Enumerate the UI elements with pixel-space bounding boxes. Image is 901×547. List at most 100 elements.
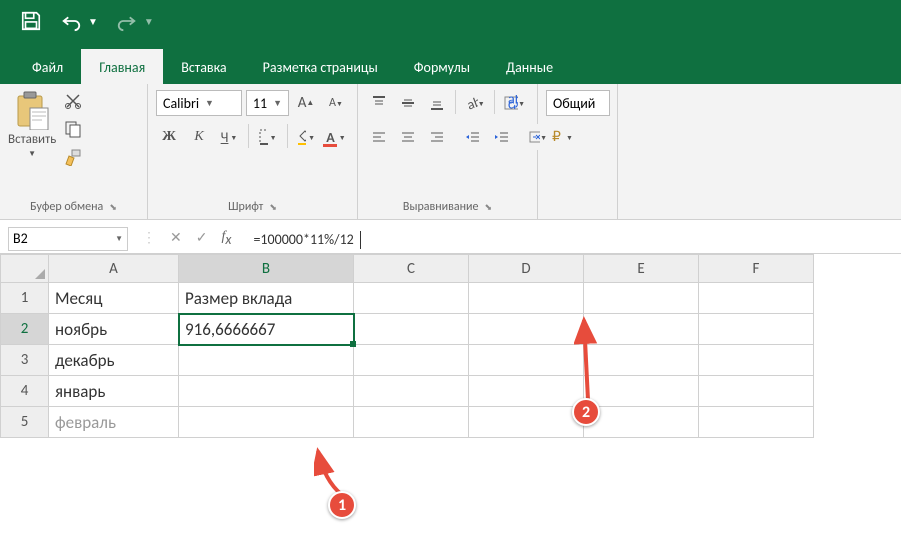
fx-icon[interactable]: fx [221,229,231,248]
group-clipboard: Вставить ▼ Буфер обмена [0,84,148,219]
group-number: Общий ₽▼ [538,84,618,219]
tab-layout[interactable]: Разметка страницы [245,49,396,84]
svg-text:c: c [508,96,514,112]
cell-D3[interactable] [469,345,584,376]
row-header-4[interactable]: 4 [1,376,49,407]
worksheet-grid: A B C D E F 1 Месяц Размер вклада 2 нояб… [0,254,901,438]
ribbon-tabs: Файл Главная Вставка Разметка страницы Ф… [0,42,901,84]
cell-B5[interactable] [179,407,354,438]
fill-color-button[interactable]: ▼ [293,124,319,150]
copy-icon[interactable] [64,120,82,138]
column-header-A[interactable]: A [49,255,179,283]
align-top-icon[interactable] [366,90,392,116]
tab-home[interactable]: Главная [81,49,163,84]
bold-button[interactable]: Ж [156,124,182,150]
title-bar: ▼ ▼ [0,0,901,42]
borders-button[interactable]: ▼ [255,124,281,150]
cell-E1[interactable] [584,283,699,314]
row-header-5[interactable]: 5 [1,407,49,438]
redo-dropdown-icon[interactable]: ▼ [144,15,154,28]
cell-B4[interactable] [179,376,354,407]
cell-C1[interactable] [354,283,469,314]
underline-button[interactable]: Ч▼ [216,124,242,150]
cancel-formula-icon[interactable]: ✕ [170,229,182,248]
align-left-icon[interactable] [366,124,392,150]
cell-F1[interactable] [699,283,814,314]
chevron-down-icon: ▼ [205,98,214,109]
wrap-text-icon[interactable]: abc▼ [500,90,530,116]
group-font: Calibri▼ 11▼ A▲ A▼ Ж К Ч▼ ▼ ▼ A▼ Шрифт [148,84,358,219]
row-header-3[interactable]: 3 [1,345,49,376]
align-middle-icon[interactable] [395,90,421,116]
chevron-down-icon: ▼ [115,234,123,244]
decrease-font-icon[interactable]: A▼ [323,90,349,116]
undo-icon[interactable] [60,10,82,32]
column-header-F[interactable]: F [699,255,814,283]
undo-dropdown-icon[interactable]: ▼ [88,15,98,28]
cell-C4[interactable] [354,376,469,407]
font-name-combo[interactable]: Calibri▼ [156,90,242,116]
select-all-button[interactable] [1,255,49,283]
column-header-B[interactable]: B [179,255,354,283]
tab-data[interactable]: Данные [488,49,571,84]
accounting-format-icon[interactable]: ₽▼ [546,124,577,150]
name-box-value: B2 [13,230,28,247]
column-header-C[interactable]: C [354,255,469,283]
formula-input[interactable]: =100000*11%/12 [245,228,901,249]
cell-C2[interactable] [354,314,469,345]
cell-D2[interactable] [469,314,584,345]
cell-A3[interactable]: декабрь [49,345,179,376]
cell-D5[interactable] [469,407,584,438]
cell-A2[interactable]: ноябрь [49,314,179,345]
cell-F4[interactable] [699,376,814,407]
paste-dropdown-icon[interactable]: ▼ [28,149,36,159]
group-alignment: ab▼ abc▼ ▼ Выравнивание [358,84,538,219]
cell-A1[interactable]: Месяц [49,283,179,314]
cell-D1[interactable] [469,283,584,314]
paste-label: Вставить [8,132,56,147]
decrease-indent-icon[interactable] [460,124,486,150]
font-size-combo[interactable]: 11▼ [246,90,289,116]
cell-B2[interactable]: 916,6666667 [179,314,354,345]
paste-button[interactable]: Вставить ▼ [8,90,56,166]
align-right-icon[interactable] [424,124,450,150]
callout-1: 1 [328,491,356,519]
column-header-E[interactable]: E [584,255,699,283]
italic-button[interactable]: К [186,124,212,150]
row-header-2[interactable]: 2 [1,314,49,345]
orientation-icon[interactable]: ab▼ [461,90,489,116]
save-icon[interactable] [20,10,42,32]
cell-A4[interactable]: январь [49,376,179,407]
cell-B3[interactable] [179,345,354,376]
cell-D4[interactable] [469,376,584,407]
cell-C5[interactable] [354,407,469,438]
column-header-D[interactable]: D [469,255,584,283]
cut-icon[interactable] [64,92,82,110]
row-header-1[interactable]: 1 [1,283,49,314]
cell-F2[interactable] [699,314,814,345]
tab-insert[interactable]: Вставка [163,49,244,84]
increase-indent-icon[interactable] [489,124,515,150]
cell-A5[interactable]: февраль [49,407,179,438]
cell-C3[interactable] [354,345,469,376]
enter-formula-icon[interactable]: ✓ [196,229,208,248]
format-painter-icon[interactable] [64,148,82,166]
number-format-combo[interactable]: Общий [546,90,610,116]
increase-font-icon[interactable]: A▲ [293,90,319,116]
align-center-icon[interactable] [395,124,421,150]
cell-E5[interactable] [584,407,699,438]
tab-formulas[interactable]: Формулы [396,49,488,84]
group-font-label: Шрифт [156,197,349,217]
group-number-label [546,197,615,217]
callout-2: 2 [572,398,600,426]
group-alignment-label: Выравнивание [366,197,529,217]
font-color-button[interactable]: A▼ [323,124,349,150]
tab-file[interactable]: Файл [14,49,81,84]
cell-F5[interactable] [699,407,814,438]
cell-B1[interactable]: Размер вклада [179,283,354,314]
cell-F3[interactable] [699,345,814,376]
callout-arrow-2 [574,314,604,404]
redo-icon[interactable] [116,10,138,32]
name-box[interactable]: B2 ▼ [8,227,128,251]
align-bottom-icon[interactable] [424,90,450,116]
